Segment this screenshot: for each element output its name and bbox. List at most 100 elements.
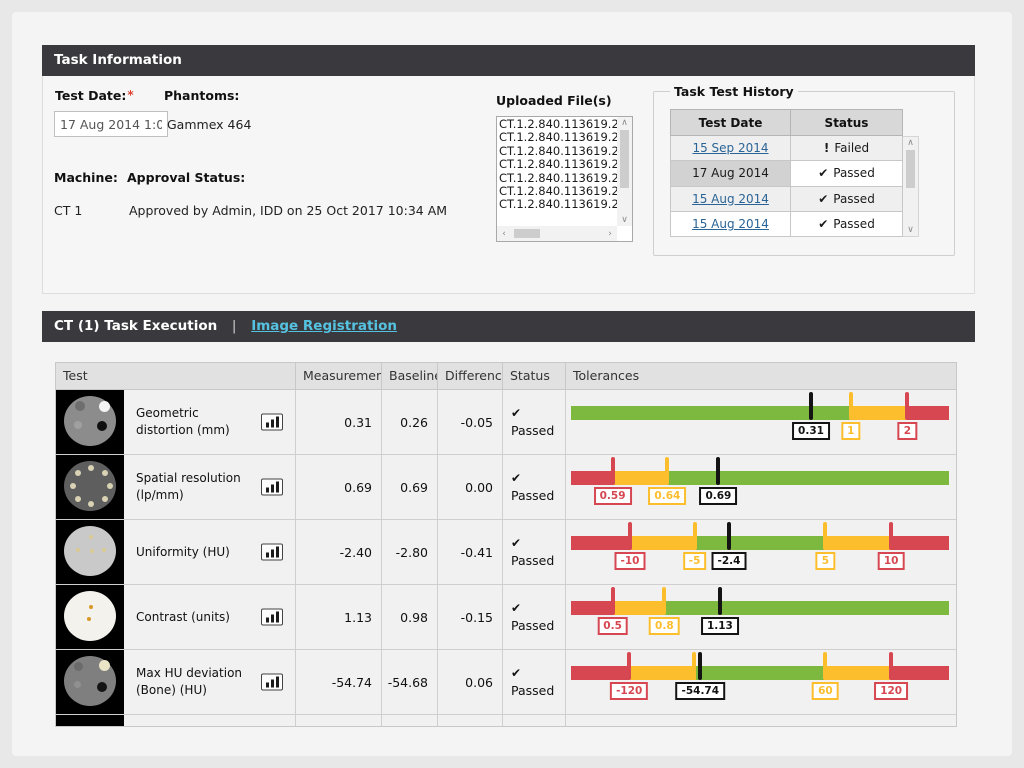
task-information-title: Task Information: [54, 52, 182, 68]
scroll-right-icon[interactable]: ›: [603, 228, 617, 240]
failed-icon: !: [824, 141, 829, 155]
test-cell: Max HU deviation (Bone) (HU): [56, 650, 296, 714]
vertical-scrollbar[interactable]: ∧ ∨: [617, 117, 632, 226]
bar-chart-icon[interactable]: [261, 674, 283, 691]
tolerance-label: 5: [816, 552, 835, 570]
header-separator: |: [232, 318, 237, 334]
test-row: [56, 715, 956, 727]
column-header-measurement: Measurement: [296, 363, 382, 389]
tolerance-zone-red: [571, 666, 629, 680]
bar-chart-icon[interactable]: [261, 544, 283, 561]
execution-table-header: TestMeasurementBaselineDifferenceStatusT…: [56, 363, 956, 390]
horizontal-scroll-thumb[interactable]: [514, 229, 540, 238]
uploaded-file-item[interactable]: CT.1.2.840.113619.2.: [499, 185, 617, 198]
test-row: Contrast (units)1.130.98-0.15✔Passed0.50…: [56, 585, 956, 650]
test-name: Max HU deviation (Bone) (HU): [124, 665, 260, 699]
phantom-thumbnail[interactable]: [56, 455, 124, 519]
tolerance-marker-black: [809, 392, 813, 420]
test-row: Geometric distortion (mm)0.310.26-0.05✔P…: [56, 390, 956, 455]
tolerance-marker-black: [698, 652, 702, 680]
phantom-thumbnail[interactable]: [56, 585, 124, 649]
uploaded-file-item[interactable]: CT.1.2.840.113619.2.: [499, 158, 617, 171]
uploaded-file-item[interactable]: CT.1.2.840.113619.2.: [499, 172, 617, 185]
vertical-scroll-thumb[interactable]: [620, 130, 629, 188]
tolerance-label: 0.5: [597, 617, 628, 635]
task-test-history-group: Task Test History Test Date Status 15 Se…: [653, 84, 955, 256]
tolerance-marker-black: [718, 587, 722, 615]
uploaded-file-item[interactable]: CT.1.2.840.113619.2.: [499, 198, 617, 211]
test-name: Spatial resolution (lp/mm): [124, 470, 260, 504]
uploaded-files-listbox[interactable]: CT.1.2.840.113619.2.CT.1.2.840.113619.2.…: [496, 116, 633, 242]
status-text: Passed: [511, 488, 565, 503]
difference-cell: -0.05: [438, 390, 503, 454]
tolerance-label: 0.64: [648, 487, 686, 505]
baseline-cell: 0.98: [382, 585, 438, 649]
tolerance-zone-red: [891, 536, 949, 550]
status-text: Passed: [511, 683, 565, 698]
baseline-cell: 0.69: [382, 455, 438, 519]
difference-cell: -0.41: [438, 520, 503, 584]
task-information-body: Test Date:* Phantoms: Gammex 464 Machine…: [42, 76, 975, 294]
tolerance-bar: [571, 715, 949, 727]
history-date-link[interactable]: 15 Sep 2014: [692, 141, 768, 155]
phantom-thumbnail[interactable]: [56, 715, 124, 727]
phantom-thumbnail[interactable]: [56, 650, 124, 714]
tolerance-bar: 0.31 1 2: [571, 390, 949, 455]
history-scroll-thumb[interactable]: [906, 150, 915, 188]
history-date-link[interactable]: 15 Aug 2014: [692, 192, 769, 206]
tolerance-label: 0.31: [792, 422, 830, 440]
test-date-input[interactable]: [54, 111, 168, 137]
horizontal-scrollbar[interactable]: ‹ ›: [497, 226, 617, 241]
test-cell: Contrast (units): [56, 585, 296, 649]
tolerance-marker-red: [611, 457, 615, 485]
column-header-tolerances: Tolerances: [566, 363, 956, 389]
phantom-thumbnail[interactable]: [56, 520, 124, 584]
history-scrollbar[interactable]: ∧ ∨: [903, 136, 919, 237]
phantoms-value: Gammex 464: [167, 117, 251, 132]
tolerance-marker-yellow: [849, 392, 853, 420]
tolerance-marker-red: [905, 392, 909, 420]
tolerance-zone-yellow: [825, 666, 891, 680]
column-header-status: Status: [503, 363, 566, 389]
history-date-link[interactable]: 15 Aug 2014: [692, 217, 769, 231]
passed-check-icon: ✔: [511, 536, 565, 550]
baseline-cell: -2.80: [382, 520, 438, 584]
tolerance-marker-yellow: [693, 522, 697, 550]
tolerance-label: 1: [841, 422, 860, 440]
scroll-left-icon[interactable]: ‹: [497, 228, 511, 240]
passed-check-icon: ✔: [511, 666, 565, 680]
image-registration-link[interactable]: Image Registration: [251, 318, 397, 334]
history-row: 15 Aug 2014✔Passed: [671, 186, 903, 211]
tolerance-label: 10: [878, 552, 905, 570]
tolerance-zone-red: [891, 666, 949, 680]
scroll-down-icon[interactable]: ∨: [617, 214, 632, 226]
measurement-cell: 0.31: [296, 390, 382, 454]
difference-cell: [438, 715, 503, 727]
tolerance-cell: -120-54.7460120: [566, 650, 956, 714]
difference-cell: -0.15: [438, 585, 503, 649]
column-header-baseline: Baseline: [382, 363, 438, 389]
tolerance-marker-black: [716, 457, 720, 485]
status-text: Passed: [511, 618, 565, 633]
tolerance-marker-yellow: [662, 587, 666, 615]
passed-check-icon: ✔: [818, 192, 828, 206]
bar-chart-icon[interactable]: [261, 479, 283, 496]
bar-chart-icon[interactable]: [261, 414, 283, 431]
phantoms-label: Phantoms:: [164, 88, 239, 103]
scroll-up-icon[interactable]: ∧: [617, 117, 632, 129]
tolerance-label: 1.13: [701, 617, 739, 635]
history-scroll-up-icon[interactable]: ∧: [903, 137, 918, 149]
uploaded-file-item[interactable]: CT.1.2.840.113619.2.: [499, 131, 617, 144]
uploaded-file-item[interactable]: CT.1.2.840.113619.2.: [499, 145, 617, 158]
phantom-thumbnail[interactable]: [56, 390, 124, 454]
baseline-cell: [382, 715, 438, 727]
bar-chart-icon[interactable]: [261, 609, 283, 626]
history-scroll-down-icon[interactable]: ∨: [903, 224, 918, 236]
uploaded-file-item[interactable]: CT.1.2.840.113619.2.: [499, 118, 617, 131]
tolerance-marker-red: [628, 522, 632, 550]
tolerance-cell: 0.590.640.69: [566, 455, 956, 519]
tolerance-label: 2: [898, 422, 917, 440]
column-header-difference: Difference: [438, 363, 503, 389]
test-name: Geometric distortion (mm): [124, 405, 260, 439]
tolerance-marker-yellow: [692, 652, 696, 680]
